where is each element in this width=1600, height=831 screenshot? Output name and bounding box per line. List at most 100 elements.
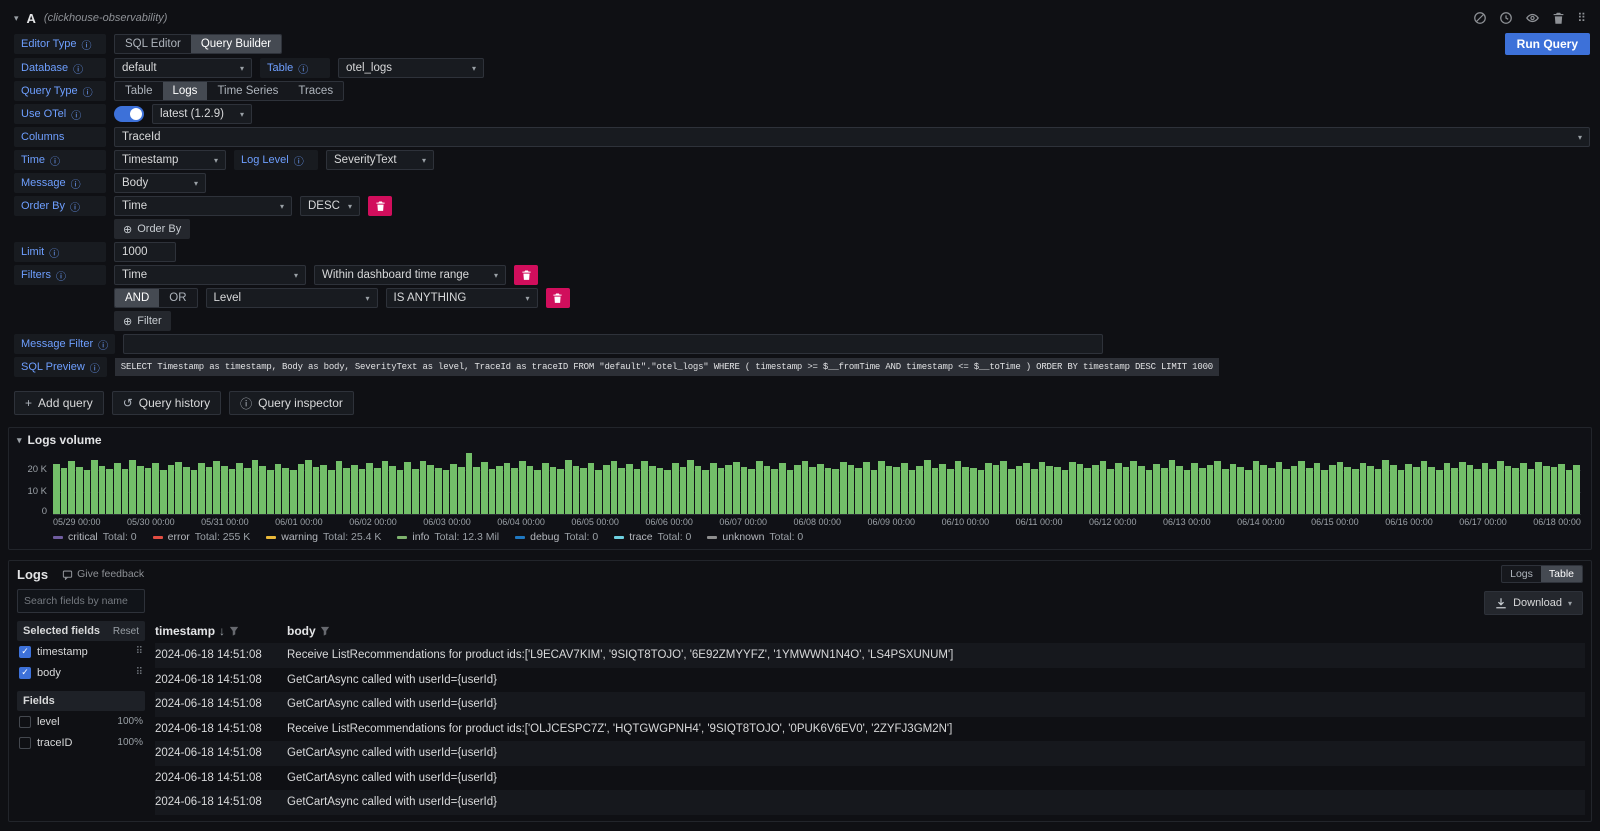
view-table-option[interactable]: Table [1541,566,1582,582]
and-option[interactable]: AND [115,289,159,307]
download-button[interactable]: Download ▾ [1484,591,1583,615]
table-label: Tableⓘ [260,58,330,78]
otel-version-select[interactable]: latest (1.2.9)▾ [152,104,252,124]
filter2-operator-select[interactable]: IS ANYTHING▾ [386,288,538,308]
volume-bar [420,461,427,514]
search-fields-input[interactable] [17,589,145,613]
volume-bar [1253,461,1260,514]
filter-icon[interactable] [229,626,239,636]
checkbox-checked[interactable]: ✓ [19,667,31,679]
legend-total: Total: 0 [769,531,803,543]
field-item[interactable]: level100% [17,711,145,732]
order-direction-select[interactable]: DESC▾ [300,196,360,216]
volume-bar [886,466,893,514]
volume-bar [580,468,587,514]
field-item[interactable]: traceID100% [17,732,145,753]
legend-item[interactable]: errorTotal: 255 K [153,531,251,543]
query-builder-option[interactable]: Query Builder [191,35,281,53]
volume-bar [1551,467,1558,514]
chevron-down-icon: ▾ [280,202,284,211]
query-type-traces[interactable]: Traces [288,82,343,100]
legend-label: debug [530,531,559,543]
remove-filter2-button[interactable] [546,288,570,308]
x-tick-label: 06/17 00:00 [1459,517,1507,527]
checkbox-unchecked[interactable] [19,737,31,749]
legend-item[interactable]: criticalTotal: 0 [53,531,137,543]
history-icon[interactable] [1499,11,1513,25]
query-editor-section: ▾ A (clickhouse-observability) ⠿ Editor … [0,0,1600,415]
trash-icon[interactable] [1552,11,1565,25]
add-order-by-button[interactable]: ⊕Order By [114,219,190,239]
chevron-down-icon: ▾ [422,156,426,165]
checkbox-unchecked[interactable] [19,716,31,728]
table-row[interactable]: 2024-06-18 14:51:08GetCartAsync called w… [155,766,1585,791]
query-type-table[interactable]: Table [115,82,163,100]
order-by-field-select[interactable]: Time▾ [114,196,292,216]
legend-item[interactable]: unknownTotal: 0 [707,531,803,543]
disable-query-icon[interactable] [1473,11,1487,25]
selected-field-item[interactable]: ✓timestamp⠿ [17,641,145,662]
add-query-button[interactable]: +Add query [14,391,104,415]
legend-item[interactable]: infoTotal: 12.3 Mil [397,531,499,543]
add-icon: ⊕ [123,315,132,328]
legend-swatch [53,536,63,539]
volume-bar [1321,470,1328,514]
remove-filter-button[interactable] [514,265,538,285]
reset-button[interactable]: Reset [113,626,139,637]
database-select[interactable]: default▾ [114,58,252,78]
filter-icon[interactable] [320,626,330,636]
volume-bar [1505,466,1512,514]
view-logs-option[interactable]: Logs [1502,566,1541,582]
filter-field-select[interactable]: Time▾ [114,265,306,285]
checkbox-checked[interactable]: ✓ [19,646,31,658]
columns-multiselect[interactable]: TraceId▾ [114,127,1590,147]
limit-input[interactable]: 1000 [114,242,176,262]
volume-bar [504,463,511,514]
fields-header: Fields [17,691,145,711]
volume-bar [1031,469,1038,514]
selected-field-item[interactable]: ✓body⠿ [17,662,145,683]
sort-desc-icon[interactable]: ↓ [219,624,225,638]
table-row[interactable]: 2024-06-18 14:51:08Receive ListRecommend… [155,717,1585,742]
drag-handle-icon[interactable]: ⠿ [136,646,143,657]
or-option[interactable]: OR [159,289,196,307]
table-row[interactable]: 2024-06-18 14:51:08GetCartAsync called w… [155,741,1585,766]
table-row[interactable]: 2024-06-18 14:51:08GetCartAsync called w… [155,790,1585,815]
table-row[interactable]: 2024-06-18 14:51:08GetCartAsync called w… [155,692,1585,717]
volume-bar [955,461,962,514]
message-filter-input[interactable] [123,334,1103,354]
table-row[interactable]: 2024-06-18 14:51:08GetCartAsync called w… [155,668,1585,693]
filter2-field-select[interactable]: Level▾ [206,288,378,308]
query-type-logs[interactable]: Logs [163,82,208,100]
timestamp-column-header[interactable]: timestamp ↓ [155,624,287,638]
query-inspector-button[interactable]: ⓘQuery inspector [229,391,354,415]
add-filter-button[interactable]: ⊕Filter [114,311,171,331]
volume-bar [275,464,282,514]
legend-item[interactable]: traceTotal: 0 [614,531,691,543]
run-query-button[interactable]: Run Query [1505,33,1590,55]
message-column-select[interactable]: Body▾ [114,173,206,193]
time-column-select[interactable]: Timestamp▾ [114,150,226,170]
table-row[interactable]: 2024-06-18 14:51:08Receive ListRecommend… [155,643,1585,668]
collapse-chevron-icon[interactable]: ▾ [14,13,19,24]
remove-order-by-button[interactable] [368,196,392,216]
log-level-select[interactable]: SeverityText▾ [326,150,434,170]
table-row[interactable]: 2024-06-18 14:51:08Receive ListRecommend… [155,815,1585,823]
logs-volume-header[interactable]: ▾ Logs volume [9,428,1591,449]
legend-item[interactable]: warningTotal: 25.4 K [266,531,381,543]
drag-handle-icon[interactable]: ⠿ [1577,11,1586,25]
drag-handle-icon[interactable]: ⠿ [136,667,143,678]
query-ref-id[interactable]: A [27,11,36,26]
table-select[interactable]: otel_logs▾ [338,58,484,78]
use-otel-toggle[interactable] [114,106,144,122]
body-column-header[interactable]: body [287,624,1585,638]
volume-bar [290,470,297,514]
query-type-timeseries[interactable]: Time Series [207,82,288,100]
volume-bar [1199,468,1206,514]
legend-item[interactable]: debugTotal: 0 [515,531,598,543]
filter-operator-select[interactable]: Within dashboard time range▾ [314,265,506,285]
eye-icon[interactable] [1525,11,1540,25]
sql-editor-option[interactable]: SQL Editor [115,35,191,53]
give-feedback-link[interactable]: Give feedback [62,568,144,580]
query-history-button[interactable]: ↺Query history [112,391,221,415]
